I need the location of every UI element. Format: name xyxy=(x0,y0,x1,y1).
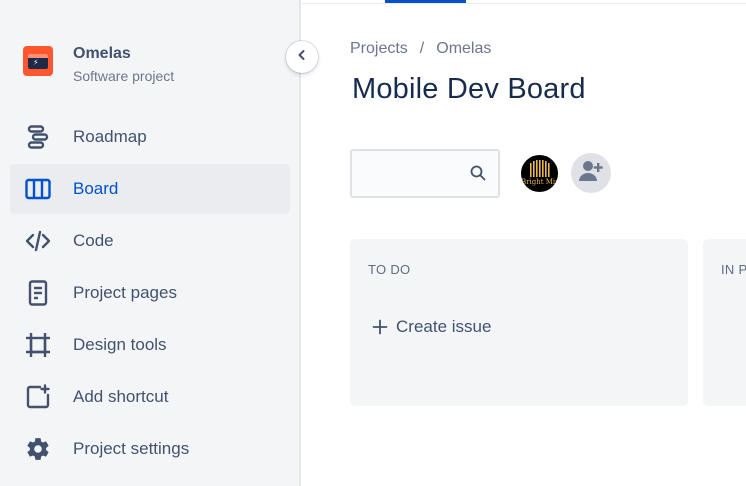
sidebar: Omelas Software project Roadmap xyxy=(0,0,301,486)
column-title: TO DO xyxy=(368,262,411,277)
gear-icon xyxy=(23,434,53,464)
page-icon xyxy=(23,278,53,308)
roadmap-icon xyxy=(23,122,53,152)
add-person-icon xyxy=(578,159,604,188)
project-avatar-icon xyxy=(23,46,53,76)
sidebar-item-board[interactable]: Board xyxy=(10,164,290,214)
avatar-brand-text: Bright Mind xyxy=(521,178,560,186)
breadcrumb-project-link[interactable]: Omelas xyxy=(436,40,491,58)
sidebar-nav: Roadmap Board Code Project pages Design … xyxy=(10,112,290,476)
search-icon[interactable] xyxy=(470,165,486,186)
sidebar-item-label: Roadmap xyxy=(73,127,147,146)
column-title: IN P xyxy=(721,262,746,277)
board-icon xyxy=(23,174,53,204)
sidebar-item-label: Board xyxy=(73,179,119,198)
user-avatar[interactable]: Bright Mind xyxy=(519,153,560,194)
sidebar-item-label: Add shortcut xyxy=(73,387,169,406)
top-divider xyxy=(302,3,746,4)
search-input[interactable] xyxy=(352,151,478,196)
sidebar-item-roadmap[interactable]: Roadmap xyxy=(10,112,290,162)
create-issue-label: Create issue xyxy=(396,317,492,336)
sidebar-item-project-pages[interactable]: Project pages xyxy=(10,268,290,318)
add-shortcut-icon xyxy=(23,382,53,412)
board-column-todo: TO DO Create issue xyxy=(350,239,688,406)
sidebar-item-code[interactable]: Code xyxy=(10,216,290,266)
avatar-logo-bars xyxy=(530,160,550,177)
create-issue-button[interactable]: Create issue xyxy=(372,317,491,337)
breadcrumb: Projects / Omelas xyxy=(350,40,491,58)
sidebar-item-label: Project pages xyxy=(73,283,177,302)
page-title: Mobile Dev Board xyxy=(352,73,586,105)
sidebar-item-label: Code xyxy=(73,231,114,250)
sidebar-item-design-tools[interactable]: Design tools xyxy=(10,320,290,370)
search-box[interactable] xyxy=(350,149,500,198)
design-tools-icon xyxy=(23,330,53,360)
project-header[interactable]: Omelas Software project xyxy=(23,44,174,85)
project-type: Software project xyxy=(73,68,175,84)
project-name: Omelas xyxy=(73,45,131,62)
sidebar-item-add-shortcut[interactable]: Add shortcut xyxy=(10,372,290,422)
sidebar-item-label: Design tools xyxy=(73,335,167,354)
sidebar-item-label: Project settings xyxy=(73,439,190,458)
board-column-in-progress: IN P xyxy=(703,239,746,406)
sidebar-item-project-settings[interactable]: Project settings xyxy=(10,424,290,474)
collapse-sidebar-button[interactable] xyxy=(286,41,318,73)
plus-icon xyxy=(372,319,388,335)
breadcrumb-separator: / xyxy=(419,40,425,57)
breadcrumb-projects-link[interactable]: Projects xyxy=(350,40,408,58)
add-people-button[interactable] xyxy=(571,153,611,193)
chevron-left-icon xyxy=(296,48,308,66)
code-icon xyxy=(23,226,53,256)
